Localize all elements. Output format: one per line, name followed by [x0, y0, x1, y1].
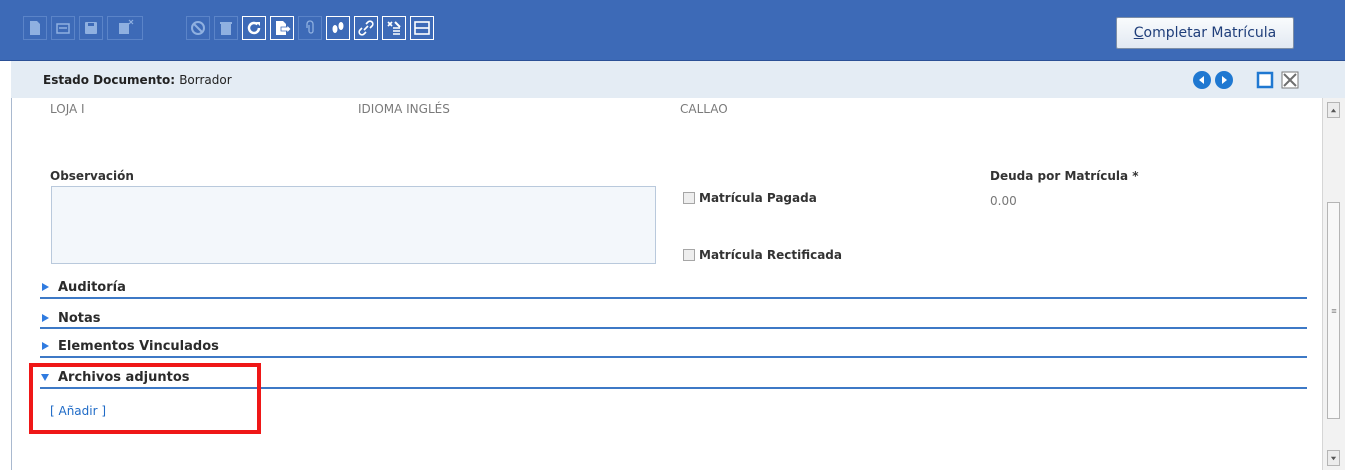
form-view-icon[interactable] — [410, 16, 434, 40]
vertical-scrollbar[interactable] — [1322, 98, 1345, 470]
section-notas-label: Notas — [58, 310, 101, 326]
section-divider — [40, 356, 1307, 358]
trash-icon[interactable] — [214, 16, 238, 40]
section-auditoria[interactable]: Auditoría — [40, 277, 1307, 297]
close-button[interactable] — [1281, 71, 1299, 89]
observation-textarea[interactable] — [51, 186, 656, 264]
enrollment-debt-label: Deuda por Matrícula * — [990, 169, 1139, 183]
location-value: CALLAO — [680, 102, 728, 116]
section-auditoria-label: Auditoría — [58, 279, 126, 295]
highlight-box — [29, 363, 261, 434]
paid-enrollment-checkbox[interactable] — [683, 192, 695, 204]
delete-selection-icon[interactable] — [107, 16, 143, 40]
document-status-label: Estado Documento: — [43, 73, 176, 87]
rectified-enrollment-label: Matrícula Rectificada — [699, 248, 842, 262]
cancel-icon[interactable] — [186, 16, 210, 40]
document-status-value: Borrador — [179, 73, 232, 87]
export-icon[interactable] — [270, 16, 294, 40]
enrollment-debt-value: 0.00 — [990, 194, 1017, 208]
complete-enrollment-button[interactable]: Completar Matrícula — [1116, 17, 1294, 49]
paid-enrollment-label: Matrícula Pagada — [699, 191, 817, 205]
campus-value: LOJA I — [50, 102, 85, 116]
copy-record-icon[interactable] — [51, 16, 75, 40]
rectified-enrollment-checkbox[interactable] — [683, 249, 695, 261]
section-elementos-vinculados-label: Elementos Vinculados — [58, 338, 219, 354]
rectified-enrollment-row: Matrícula Rectificada — [683, 248, 842, 262]
paid-enrollment-row: Matrícula Pagada — [683, 191, 817, 205]
section-divider — [40, 327, 1307, 329]
collapsed-arrow-icon — [40, 341, 52, 351]
collapsed-arrow-icon — [40, 313, 52, 323]
footprints-icon[interactable] — [326, 16, 350, 40]
observation-label: Observación — [50, 169, 134, 183]
tools-icon[interactable] — [382, 16, 406, 40]
section-elementos-vinculados[interactable]: Elementos Vinculados — [40, 336, 1307, 356]
section-divider — [40, 297, 1307, 299]
maximize-button[interactable] — [1256, 71, 1274, 89]
refresh-icon[interactable] — [242, 16, 266, 40]
next-record-button[interactable] — [1215, 71, 1233, 89]
toolbar: Completar Matrícula — [0, 0, 1345, 61]
save-icon[interactable] — [79, 16, 103, 40]
previous-record-button[interactable] — [1193, 71, 1211, 89]
course-value: IDIOMA INGLÉS — [358, 102, 450, 116]
new-document-icon[interactable] — [23, 16, 47, 40]
scroll-up-button[interactable] — [1327, 102, 1340, 118]
link-icon[interactable] — [354, 16, 378, 40]
attachment-icon[interactable] — [298, 16, 322, 40]
collapsed-arrow-icon — [40, 282, 52, 292]
section-notas[interactable]: Notas — [40, 308, 1307, 328]
form-content: LOJA I IDIOMA INGLÉS CALLAO Observación … — [12, 98, 1322, 470]
document-status: Estado Documento: Borrador — [43, 73, 232, 87]
scroll-thumb[interactable] — [1327, 202, 1340, 419]
complete-button-label: ompletar Matrícula — [1143, 25, 1277, 41]
complete-button-accel: C — [1133, 25, 1144, 41]
scroll-down-button[interactable] — [1327, 450, 1340, 466]
status-bar: Estado Documento: Borrador — [11, 61, 1345, 98]
